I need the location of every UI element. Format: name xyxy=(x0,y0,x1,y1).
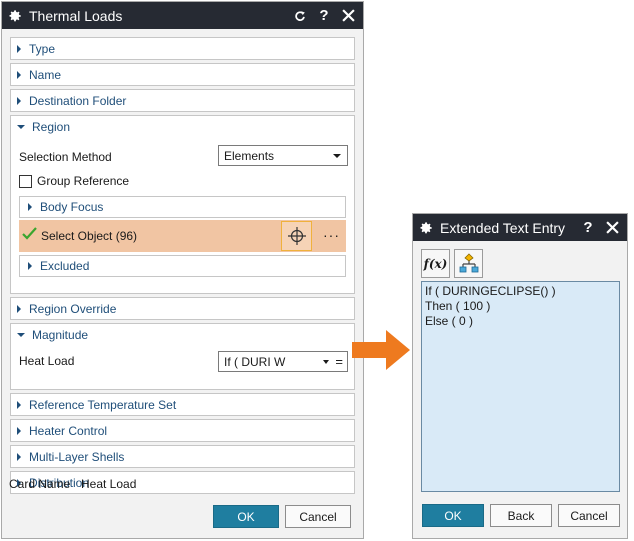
close-icon[interactable] xyxy=(603,219,621,237)
group-label: Name xyxy=(29,67,62,82)
expand-icon xyxy=(17,452,21,461)
heat-load-label: Heat Load xyxy=(19,354,75,368)
back-button[interactable]: Back xyxy=(490,504,552,527)
group-region-override[interactable]: Region Override xyxy=(10,297,355,320)
crosshair-icon[interactable] xyxy=(281,221,312,251)
selection-method-dropdown[interactable]: Elements xyxy=(218,145,348,166)
group-label: Region xyxy=(32,119,71,134)
group-reference-label: Group Reference xyxy=(37,174,130,188)
cancel-button[interactable]: Cancel xyxy=(558,504,620,527)
group-name[interactable]: Name xyxy=(10,63,355,86)
group-label: Region Override xyxy=(29,301,117,316)
group-label: Multi-Layer Shells xyxy=(29,449,125,464)
checkmark-icon xyxy=(22,227,37,245)
ok-button[interactable]: OK xyxy=(422,504,484,527)
heat-load-expression-field[interactable]: If ( DURI W = xyxy=(218,351,348,372)
subgroup-body-focus[interactable]: Body Focus xyxy=(19,196,346,218)
group-label: Magnitude xyxy=(32,327,89,342)
expand-icon xyxy=(17,96,21,105)
region-header[interactable]: Region xyxy=(11,116,354,137)
group-magnitude: Magnitude Heat Load If ( DURI W = xyxy=(10,323,355,390)
help-icon[interactable]: ? xyxy=(579,219,597,237)
arrow-right-icon xyxy=(352,330,410,370)
gear-icon xyxy=(7,8,23,24)
expression-text-area[interactable]: If ( DURINGECLIPSE() ) Then ( 100 ) Else… xyxy=(421,281,620,492)
expand-icon xyxy=(28,262,32,270)
title-bar: Thermal Loads ? xyxy=(2,2,363,29)
more-options-button[interactable]: ··· xyxy=(323,227,340,243)
expand-icon xyxy=(17,44,21,53)
expand-icon xyxy=(17,400,21,409)
dialog-title: Extended Text Entry xyxy=(440,219,566,236)
close-icon[interactable] xyxy=(339,7,357,25)
collapse-icon xyxy=(17,124,25,129)
selection-method-value: Elements xyxy=(224,148,275,163)
magnitude-header[interactable]: Magnitude xyxy=(11,324,354,345)
expand-icon xyxy=(28,203,32,211)
hierarchy-icon xyxy=(459,252,478,272)
collapse-icon xyxy=(17,332,25,337)
cancel-button[interactable]: Cancel xyxy=(285,505,351,528)
group-region: Region Selection Method Elements Group R… xyxy=(10,115,355,294)
group-reference-temperature-set[interactable]: Reference Temperature Set xyxy=(10,393,355,416)
card-name-value: Heat Load xyxy=(81,477,137,491)
thermal-loads-dialog: Thermal Loads ? Type Name Destination Fo… xyxy=(1,1,364,539)
expression-line: Then ( 100 ) xyxy=(425,299,491,313)
group-label: Heater Control xyxy=(29,423,108,438)
dialog-title: Thermal Loads xyxy=(29,7,123,24)
hierarchy-button[interactable] xyxy=(454,249,483,278)
function-button[interactable]: f(x) xyxy=(421,249,450,278)
function-icon: f(x) xyxy=(423,256,448,271)
group-label: Reference Temperature Set xyxy=(29,397,177,412)
group-destination-folder[interactable]: Destination Folder xyxy=(10,89,355,112)
ok-button[interactable]: OK xyxy=(213,505,279,528)
gear-icon xyxy=(418,220,434,236)
group-label: Destination Folder xyxy=(29,93,127,108)
chevron-down-icon[interactable] xyxy=(323,360,329,364)
subgroup-label: Excluded xyxy=(40,259,90,273)
expression-line: If ( DURINGECLIPSE() ) xyxy=(425,284,556,298)
expand-icon xyxy=(17,70,21,79)
expression-line: Else ( 0 ) xyxy=(425,314,474,328)
card-name-label: Card Name xyxy=(9,477,71,491)
help-icon[interactable]: ? xyxy=(315,7,333,25)
extended-text-entry-dialog: Extended Text Entry ? f(x) If ( DURINGEC… xyxy=(412,213,628,539)
title-bar: Extended Text Entry ? xyxy=(413,214,627,241)
chevron-down-icon xyxy=(333,154,341,158)
group-reference-checkbox[interactable] xyxy=(19,174,32,188)
select-object-label: Select Object (96) xyxy=(41,229,138,243)
group-type[interactable]: Type xyxy=(10,37,355,60)
group-multi-layer-shells[interactable]: Multi-Layer Shells xyxy=(10,445,355,468)
expand-icon xyxy=(17,304,21,313)
subgroup-excluded[interactable]: Excluded xyxy=(19,255,346,277)
selection-method-label: Selection Method xyxy=(19,150,112,164)
expand-icon xyxy=(17,426,21,435)
group-heater-control[interactable]: Heater Control xyxy=(10,419,355,442)
heat-load-value: If ( DURI W xyxy=(224,354,286,369)
reset-icon[interactable] xyxy=(291,7,309,25)
subgroup-label: Body Focus xyxy=(40,200,104,214)
select-object-row[interactable]: Select Object (96) ··· xyxy=(19,220,346,252)
group-label: Type xyxy=(29,41,56,56)
equals-icon[interactable]: = xyxy=(335,355,343,368)
